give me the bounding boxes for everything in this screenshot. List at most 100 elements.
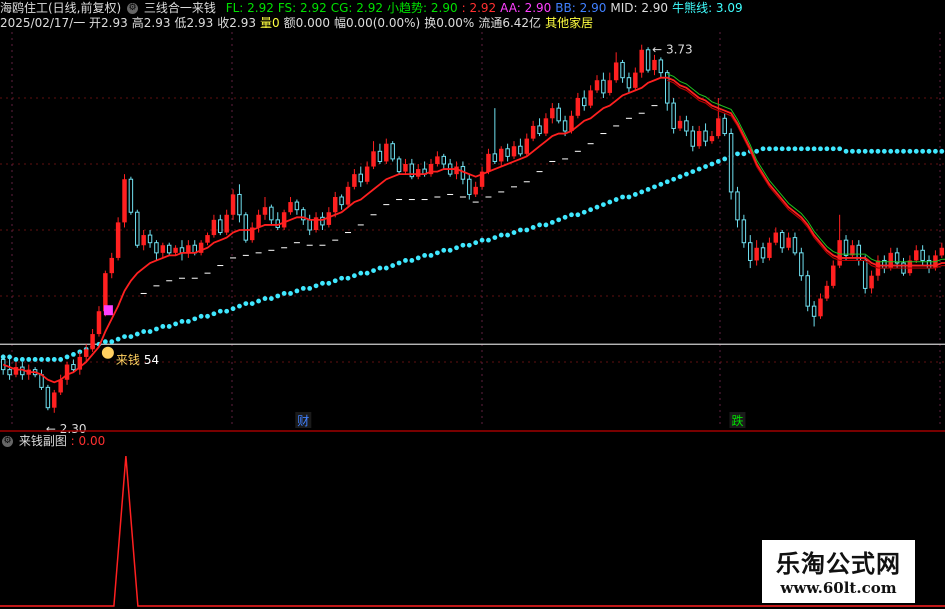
- bull-bear-dot: [307, 285, 313, 291]
- bull-bear-dot: [869, 148, 874, 154]
- bull-bear-dot: [428, 252, 434, 258]
- candle-body: [186, 245, 191, 253]
- candle-body: [824, 285, 830, 299]
- candle-body: [498, 148, 504, 162]
- settings-gear-icon[interactable]: ⚙: [2, 436, 13, 447]
- candle-body: [811, 305, 817, 317]
- bull-bear-dot: [664, 179, 670, 185]
- bull-bear-dot: [300, 285, 306, 291]
- candlestick-chart[interactable]: ← 3.73← 2.30来钱54财跌预: [0, 0, 945, 609]
- sub-chart-header: ⚙ 来钱副图 : 0.00: [0, 433, 945, 450]
- bull-bear-dot: [166, 324, 172, 329]
- bull-bear-dot: [147, 329, 153, 334]
- bull-bear-dot: [109, 339, 115, 345]
- bull-bear-dot: [383, 265, 389, 271]
- bull-bear-dot: [256, 298, 261, 304]
- bull-bear-dot: [620, 194, 625, 200]
- bull-bear-dot: [517, 227, 523, 233]
- candle-body: [607, 80, 613, 93]
- bull-bear-dot: [71, 351, 76, 357]
- bull-bear-dot: [773, 146, 779, 152]
- bull-bear-dot: [862, 148, 868, 154]
- candle-body: [115, 222, 121, 258]
- candle-body: [352, 174, 357, 187]
- bull-bear-dot: [351, 273, 357, 279]
- bull-bear-dot: [760, 146, 766, 152]
- bull-bear-dot: [13, 357, 19, 362]
- candle-body: [364, 166, 370, 182]
- bull-bear-dot: [249, 301, 255, 307]
- bull-bear-dot: [837, 146, 843, 152]
- bull-bear-dot: [798, 146, 804, 152]
- bull-bear-dot: [154, 326, 159, 332]
- candle-body: [537, 125, 542, 135]
- bull-bear-dot: [537, 222, 542, 228]
- candle-body: [818, 298, 823, 317]
- candle-body: [862, 259, 868, 289]
- bull-bear-dot: [415, 255, 421, 261]
- bull-bear-dot: [875, 148, 881, 154]
- candle-body: [307, 219, 312, 231]
- bull-bear-dot: [466, 242, 472, 248]
- candle-body: [332, 197, 338, 213]
- bull-bear-dot: [792, 146, 798, 152]
- candle-body: [160, 245, 166, 253]
- candle-body: [786, 237, 791, 248]
- bull-bear-dot: [313, 283, 319, 289]
- bull-bear-dot: [613, 197, 619, 202]
- bull-bear-dot: [64, 354, 70, 360]
- bull-bear-dot: [185, 318, 191, 324]
- candle-body: [262, 207, 268, 215]
- bull-bear-dot: [377, 265, 383, 271]
- bull-bear-dot: [600, 202, 606, 208]
- candle-body: [639, 49, 644, 73]
- candle-body: [684, 120, 689, 132]
- candle-body: [218, 219, 223, 234]
- candle-body: [907, 260, 913, 274]
- candle-body: [518, 145, 523, 155]
- bull-bear-dot: [498, 232, 504, 238]
- bull-bear-dot: [281, 291, 287, 296]
- bull-bear-dot: [530, 225, 536, 230]
- bull-bear-dot: [237, 303, 242, 309]
- bull-bear-dot: [358, 270, 364, 276]
- candle-body: [799, 252, 804, 277]
- candle-body: [505, 148, 510, 157]
- candle-body: [269, 206, 274, 221]
- bull-bear-dot: [364, 270, 370, 276]
- signal-value: 54: [144, 353, 159, 367]
- bull-bear-dot: [913, 148, 919, 154]
- candle-body: [575, 98, 581, 116]
- candle-body: [779, 232, 785, 249]
- bull-bear-dot: [703, 164, 708, 169]
- candle-body: [294, 201, 300, 211]
- bull-bear-dot: [320, 280, 325, 286]
- bull-bear-dot: [275, 293, 281, 299]
- candle-body: [205, 235, 210, 243]
- bull-bear-dot: [179, 318, 185, 324]
- bull-bear-dot: [122, 334, 127, 340]
- candle-body: [486, 153, 491, 172]
- bull-bear-dot: [224, 308, 230, 314]
- bull-bear-dot: [818, 146, 823, 152]
- bull-bear-dot: [562, 214, 568, 220]
- bull-bear-dot: [339, 275, 345, 281]
- bull-bear-dot: [824, 146, 830, 152]
- bull-bear-dot: [632, 192, 638, 197]
- candle-body: [128, 178, 134, 213]
- bull-bear-dot: [524, 227, 530, 233]
- candle-body: [550, 108, 555, 119]
- bull-bear-dot: [511, 230, 517, 235]
- bull-bear-dot: [243, 301, 249, 307]
- candle-body: [467, 178, 472, 195]
- sub-chart-value: : 0.00: [70, 434, 106, 448]
- candle-body: [645, 49, 651, 71]
- bull-bear-dot: [926, 148, 932, 154]
- bull-bear-dot: [505, 232, 511, 238]
- candle-body: [96, 311, 102, 335]
- bull-bear-dot: [920, 148, 926, 154]
- bull-bear-dot: [652, 184, 657, 190]
- candle-body: [345, 186, 351, 205]
- money-bag-icon: [101, 346, 114, 359]
- bull-bear-dot: [767, 146, 772, 152]
